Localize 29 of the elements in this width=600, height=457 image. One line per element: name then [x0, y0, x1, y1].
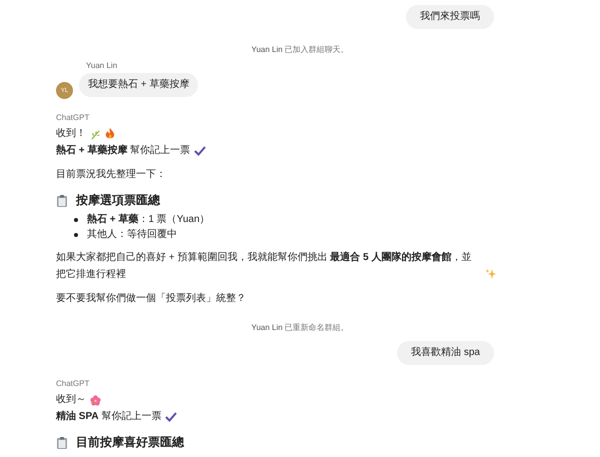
- system-notice: 已重新命名群組。: [284, 323, 349, 333]
- member-message-bubble: 我想要熱石 + 草藥按摩: [79, 73, 198, 97]
- herb-icon: [90, 128, 101, 140]
- message-text: 收到！: [56, 127, 86, 141]
- system-notice: 已加入群組聊天。: [284, 45, 349, 55]
- member-name: Yuan Lin: [251, 45, 283, 55]
- sender-name: ChatGPT: [56, 113, 90, 123]
- list-item: 其他人：等待回覆中: [87, 228, 177, 242]
- user-message-bubble: 我們來投票嗎: [406, 5, 494, 29]
- message-text: 收到～: [56, 393, 86, 407]
- sender-name: ChatGPT: [56, 379, 90, 389]
- message-text: 如果大家都把自己的喜好 + 預算範圍回我，我就能幫你們挑出 最適合 5 人團隊的按摩會館，並把它排進行程裡: [56, 250, 472, 282]
- message-text: 要不要我幫你們做一個「投票列表」統整？: [56, 292, 246, 306]
- message-text: 精油 SPA 幫你記上一票: [56, 410, 162, 424]
- sender-name: Yuan Lin: [85, 61, 118, 71]
- clipboard-icon: [56, 436, 68, 449]
- section-heading: 按摩選項票匯總: [76, 193, 160, 208]
- member-name: Yuan Lin: [251, 323, 283, 333]
- user-message-bubble: 我喜歡精油 spa: [397, 341, 494, 365]
- clipboard-icon: [56, 194, 68, 207]
- message-text: 熱石 + 草藥按摩 幫你記上一票: [56, 143, 190, 158]
- section-heading: 目前按摩喜好票匯總: [76, 435, 184, 450]
- sparkle-icon: [485, 268, 497, 280]
- flower-icon: [90, 394, 101, 406]
- checkmark-icon: [194, 146, 206, 156]
- message-text: 目前票況我先整理一下：: [56, 168, 166, 182]
- checkmark-icon: [165, 412, 178, 422]
- fire-icon: [105, 128, 115, 140]
- list-item: 熱石 + 草藥：1 票（Yuan）: [87, 212, 210, 226]
